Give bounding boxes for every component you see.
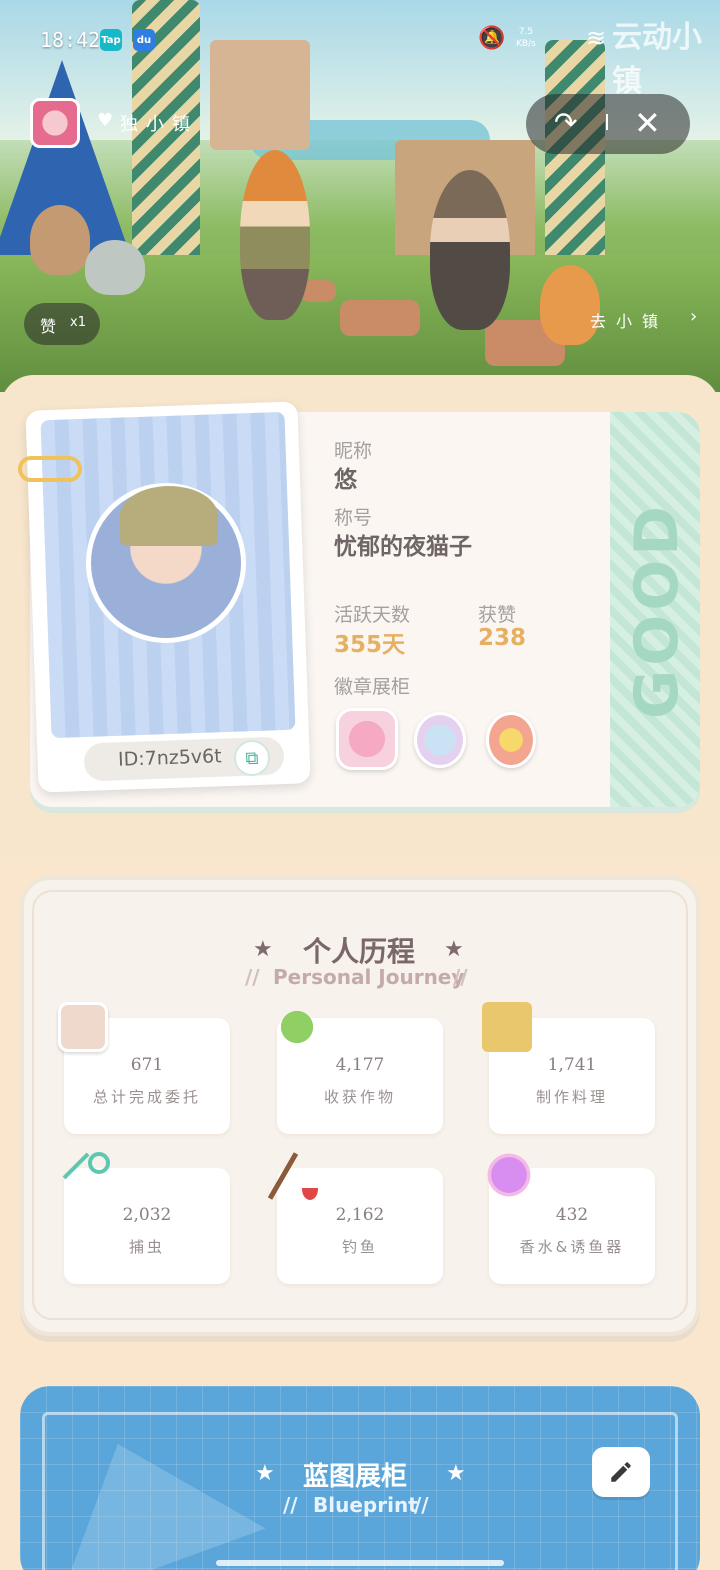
star-bear-badge-icon[interactable] <box>486 712 536 768</box>
stat-value: 671 <box>130 1055 164 1075</box>
likes-pill[interactable] <box>24 303 100 345</box>
close-icon[interactable]: ✕ <box>634 104 661 142</box>
nickname-label: 昵称 <box>334 440 373 462</box>
net-speed: 7.5 KB/s <box>516 26 536 50</box>
nickname: 悠 <box>334 467 357 493</box>
du-app-icon: du <box>133 29 155 51</box>
pet-husky <box>85 240 145 295</box>
journey-title: 个人历程 <box>303 935 416 968</box>
net-speed-value: 7.5 <box>518 27 534 37</box>
likes-received-value: 238 <box>478 625 527 651</box>
hero-banner: 18:42 Tap du 🔕 7.5 KB/s ≋ 云动小镇 ♥ 独小镇 ↷ ✕… <box>0 0 720 392</box>
slash-deco-icon: // <box>245 965 260 989</box>
stat-value: 432 <box>555 1205 589 1225</box>
active-days-value: 355天 <box>334 632 406 658</box>
stat-value: 4,177 <box>335 1055 385 1075</box>
copy-icon: ⧉ <box>245 747 259 769</box>
pet-fox <box>540 265 600 345</box>
watering-can-badge-icon[interactable] <box>336 708 398 770</box>
heart-icon: ♥ <box>97 110 114 131</box>
stat-label: 总计完成委托 <box>92 1088 201 1106</box>
slash-deco-icon: // <box>414 1493 429 1517</box>
stat-value: 2,032 <box>122 1205 172 1225</box>
status-time: 18:42 <box>40 28 101 52</box>
edit-blueprint-button[interactable] <box>592 1447 650 1497</box>
share-icon[interactable]: ↷ <box>554 106 577 139</box>
avatar-hat <box>120 486 218 546</box>
pencil-icon <box>611 1462 631 1482</box>
blueprint-title: 蓝图展柜 <box>303 1462 408 1492</box>
card-stripe-text: GOOD <box>622 501 692 719</box>
ruin-wall <box>210 40 310 150</box>
tap-app-icon: Tap <box>100 29 122 51</box>
capsule-menu <box>526 94 690 154</box>
active-days-label: 活跃天数 <box>334 604 411 626</box>
stat-label: 制作料理 <box>535 1088 608 1106</box>
watering-can-icon <box>272 1002 322 1052</box>
star-icon: ★ <box>444 937 464 962</box>
town-avatar[interactable] <box>30 98 80 148</box>
badge-cabinet-label: 徽章展柜 <box>334 676 411 698</box>
rock <box>340 300 420 336</box>
watermark-logo: 云动小镇 <box>612 20 702 99</box>
blueprint-subtitle: Blueprint <box>313 1493 418 1517</box>
bell-muted-icon: 🔕 <box>478 26 506 51</box>
title-label: 称号 <box>334 507 373 529</box>
capsule-divider <box>606 114 608 130</box>
stat-label: 钓鱼 <box>341 1238 378 1256</box>
player-title: 忧郁的夜猫子 <box>334 534 472 560</box>
likes-label: 赞 <box>40 317 57 336</box>
fishing-rod-icon <box>267 1148 324 1204</box>
star-icon: ★ <box>446 1461 466 1486</box>
paperclip-icon <box>18 456 82 482</box>
likes-count: x1 <box>70 315 86 330</box>
visit-town-link[interactable]: 去小镇 <box>590 308 668 332</box>
town-name: 独小镇 <box>120 114 198 135</box>
stat-label: 香水&诱鱼器 <box>519 1238 625 1256</box>
perfume-bottle-icon <box>484 1150 534 1200</box>
journey-subtitle: Personal Journey <box>273 965 465 989</box>
net-speed-unit: KB/s <box>516 39 536 49</box>
slash-deco-icon: // <box>453 965 468 989</box>
friends-badge-icon[interactable] <box>414 712 466 768</box>
stat-value: 1,741 <box>547 1055 597 1075</box>
bug-net-icon <box>62 1152 112 1202</box>
star-icon: ★ <box>255 1461 275 1486</box>
pet-bull <box>30 205 90 275</box>
wifi-icon: ≋ <box>586 24 607 52</box>
totem-pillar-right <box>545 40 605 290</box>
character-girl <box>240 150 310 320</box>
character-boy <box>430 170 510 330</box>
star-icon: ★ <box>253 937 273 962</box>
chevron-right-icon: › <box>690 306 698 327</box>
stove-icon <box>482 1002 532 1052</box>
stat-label: 捕虫 <box>128 1238 165 1256</box>
user-id: ID:7nz5v6t <box>117 745 222 771</box>
calendar-icon <box>58 1002 108 1052</box>
home-indicator[interactable] <box>216 1560 504 1566</box>
slash-deco-icon: // <box>283 1493 298 1517</box>
stat-label: 收获作物 <box>323 1088 396 1106</box>
stat-value: 2,162 <box>335 1205 385 1225</box>
likes-received-label: 获赞 <box>478 604 517 626</box>
